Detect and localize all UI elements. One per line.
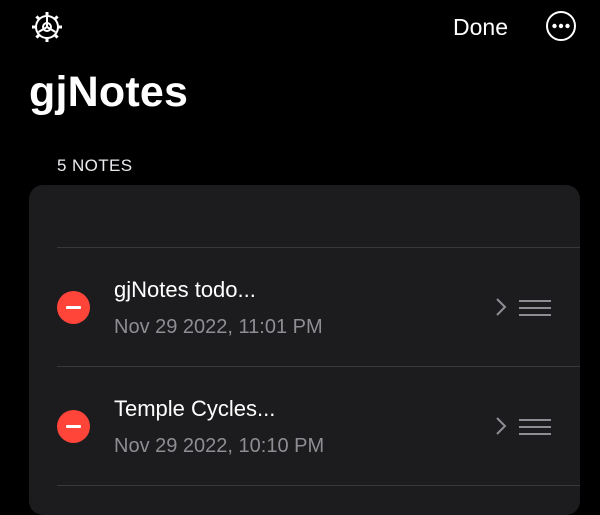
navigation-bar: Done [0,0,600,56]
more-options-button[interactable] [545,10,577,42]
note-date: Nov 29 2022, 11:01 PM [114,316,323,338]
minus-icon [66,306,81,309]
reorder-handle-icon[interactable] [519,300,551,316]
chevron-right-icon [496,417,507,435]
separator [57,485,580,486]
page-title: gjNotes [29,68,189,116]
note-date: Nov 29 2022, 10:10 PM [114,435,325,457]
note-row[interactable]: Temple Cycles... Nov 29 2022, 10:10 PM [29,367,580,485]
section-header: 5 NOTES [57,156,133,175]
ellipsis-circle-icon [546,11,576,41]
delete-button[interactable] [57,410,90,443]
chevron-right-icon [496,298,507,316]
note-title: Temple Cycles... [114,396,276,421]
minus-icon [66,425,81,428]
reorder-handle-icon[interactable] [519,419,551,435]
gear-icon [32,12,62,42]
settings-button[interactable] [30,10,64,44]
delete-button[interactable] [57,291,90,324]
done-button[interactable]: Done [453,12,508,42]
note-row[interactable]: gjNotes todo... Nov 29 2022, 11:01 PM [29,248,580,366]
note-title: gjNotes todo... [114,277,256,302]
